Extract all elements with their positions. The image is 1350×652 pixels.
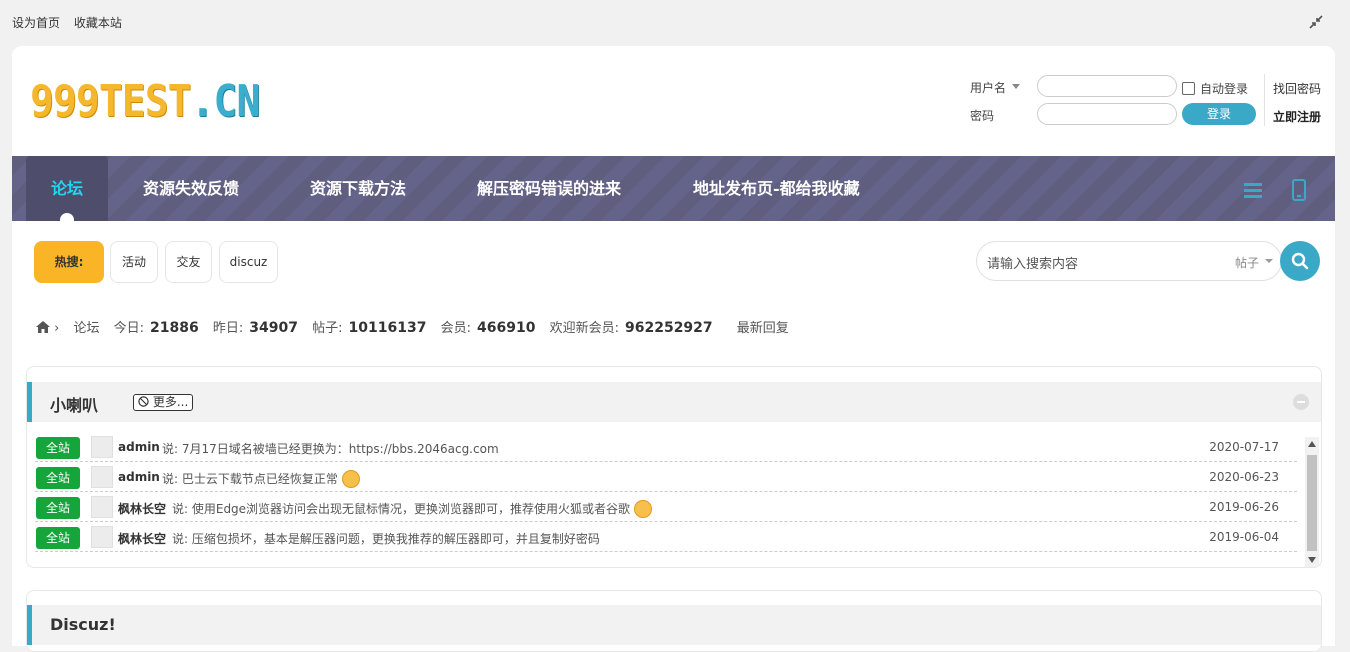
nav-item-label: 解压密码错误的进来	[477, 179, 622, 198]
hot-tag-discuz[interactable]: discuz	[219, 241, 278, 283]
search-input[interactable]: 请输入搜索内容	[987, 253, 1078, 272]
announcement-date: 2020-07-17	[1209, 440, 1279, 454]
more-button[interactable]: 更多...	[133, 394, 194, 411]
login-button[interactable]: 登录	[1182, 103, 1256, 125]
breadcrumb-separator: ›	[54, 321, 60, 336]
announcement-text[interactable]: 说: 压缩包损坏，基本是解压器问题，更换我推荐的解压器即可，并且复制好密码	[172, 530, 600, 547]
forgot-password-link[interactable]: 找回密码	[1273, 80, 1321, 97]
announcement-row[interactable]: 全站 admin 说: 7月17日域名被墙已经更换为：https://bbs.2…	[35, 431, 1297, 462]
announcement-date: 2020-06-23	[1209, 470, 1279, 484]
newest-member-label: 欢迎新会员:	[549, 321, 619, 336]
set-home-link[interactable]: 设为首页	[12, 16, 60, 30]
password-label: 密码	[970, 109, 995, 123]
more-label: 更多...	[152, 395, 189, 409]
latest-reply-link[interactable]: 最新回复	[737, 321, 789, 336]
chevron-down-icon	[1012, 84, 1020, 89]
announcement-text[interactable]: 说: 使用Edge浏览器访问会出现无鼠标情况，更换浏览器即可，推荐使用火狐或者谷…	[172, 502, 630, 516]
nav-item-password-help[interactable]: 解压密码错误的进来	[477, 156, 621, 221]
scope-badge: 全站	[36, 527, 80, 549]
scroll-up-icon[interactable]	[1308, 441, 1316, 447]
avatar[interactable]	[91, 526, 113, 548]
avatar[interactable]	[91, 466, 113, 488]
forum-section-title[interactable]: Discuz!	[50, 615, 116, 634]
nav-item-forum[interactable]: 论坛	[26, 156, 108, 227]
scroll-down-icon[interactable]	[1308, 557, 1316, 563]
avatar[interactable]	[91, 496, 113, 518]
announcement-text[interactable]: 说: 7月17日域名被墙已经更换为：https://bbs.2046acg.co…	[162, 440, 499, 457]
breadcrumb-forum[interactable]: 论坛	[73, 321, 99, 336]
announcement-row[interactable]: 全站 枫林长空 说: 使用Edge浏览器访问会出现无鼠标情况，更换浏览器即可，推…	[35, 491, 1297, 522]
forum-section-panel: Discuz!	[26, 590, 1322, 652]
password-input[interactable]	[1037, 103, 1177, 125]
nav-item-address-page[interactable]: 地址发布页-都给我收藏	[693, 156, 860, 221]
menu-icon[interactable]	[1244, 182, 1262, 198]
posts-label: 帖子:	[312, 321, 343, 336]
scrollbar-thumb[interactable]	[1307, 455, 1317, 551]
yesterday-label: 昨日:	[212, 321, 244, 336]
members-label: 会员:	[440, 321, 471, 336]
announcement-text[interactable]: 说: 巴士云下载节点已经恢复正常	[162, 472, 338, 486]
emoji-icon	[341, 470, 360, 488]
nav-item-feedback[interactable]: 资源失效反馈	[143, 156, 239, 221]
clock-icon	[138, 396, 149, 407]
author-name[interactable]: admin	[118, 470, 160, 484]
collapse-icon[interactable]	[1293, 394, 1309, 410]
nav-item-label: 资源下载方法	[310, 179, 407, 198]
hot-tag-activity[interactable]: 活动	[110, 241, 158, 283]
announcement-panel: 小喇叭 更多... 全站 admin 说: 7月17日域名被墙已经更换为：htt…	[26, 366, 1322, 568]
scope-badge: 全站	[36, 497, 80, 519]
author-name[interactable]: 枫林长空	[118, 530, 166, 547]
nav-item-download-method[interactable]: 资源下载方法	[310, 156, 406, 221]
shrink-icon[interactable]	[1308, 14, 1324, 30]
announcement-date: 2019-06-26	[1209, 500, 1279, 514]
avatar[interactable]	[91, 436, 113, 458]
username-input[interactable]	[1037, 75, 1177, 97]
search-button[interactable]	[1280, 241, 1320, 281]
yesterday-count: 34907	[249, 320, 298, 336]
announcement-header: 小喇叭 更多...	[27, 382, 1321, 422]
forum-section-header: Discuz!	[27, 605, 1321, 645]
username-label: 用户名	[970, 81, 1007, 95]
announcement-row[interactable]: 全站 枫林长空 说: 压缩包损坏，基本是解压器问题，更换我推荐的解压器即可，并且…	[35, 521, 1297, 552]
site-logo[interactable]: 999TEST.CN	[30, 80, 260, 124]
announcement-date: 2019-06-04	[1209, 530, 1279, 544]
posts-count: 10116137	[348, 320, 427, 336]
announcement-row[interactable]: 全站 admin 说: 巴士云下载节点已经恢复正常 2020-06-23	[35, 461, 1297, 492]
search-type-select[interactable]: 帖子	[1235, 254, 1274, 271]
search-icon	[1291, 252, 1309, 270]
search-box[interactable]: 请输入搜索内容 帖子	[976, 241, 1282, 281]
author-name[interactable]: 枫林长空	[118, 500, 166, 517]
today-count: 21886	[150, 320, 199, 336]
logo-text-main: 999TEST	[30, 76, 191, 127]
auto-login-checkbox[interactable]	[1182, 82, 1195, 95]
main-nav: 论坛 资源失效反馈 资源下载方法 解压密码错误的进来 地址发布页-都给我收藏	[12, 156, 1335, 227]
topbar: 设为首页 收藏本站	[12, 14, 132, 31]
hot-tag-friends[interactable]: 交友	[165, 241, 212, 283]
register-link[interactable]: 立即注册	[1273, 108, 1321, 125]
forum-stats: › 论坛 今日: 21886 昨日: 34907 帖子: 10116137 会员: 46…	[36, 317, 789, 336]
auto-login-label: 自动登录	[1200, 82, 1249, 96]
active-indicator	[60, 213, 74, 227]
scrollbar[interactable]	[1305, 437, 1319, 567]
newest-member[interactable]: 962252927	[625, 320, 713, 336]
today-label: 今日:	[113, 321, 145, 336]
emoji-icon	[634, 500, 653, 518]
announcement-title: 小喇叭	[50, 396, 99, 415]
nav-item-label: 论坛	[50, 179, 83, 198]
nav-item-label: 资源失效反馈	[143, 179, 240, 198]
logo-text-domain: .CN	[190, 76, 261, 127]
members-count: 466910	[477, 320, 536, 336]
author-name[interactable]: admin	[118, 440, 160, 454]
scope-badge: 全站	[36, 467, 80, 489]
hot-search-label: 热搜:	[34, 241, 104, 283]
divider	[1264, 74, 1265, 126]
nav-item-label: 地址发布页-都给我收藏	[693, 179, 860, 198]
scope-badge: 全站	[36, 437, 80, 459]
home-icon[interactable]	[36, 321, 50, 333]
main-card: 999TEST.CN 用户名 密码 自动登录 登录 找回密码 立即注册 论坛 资…	[12, 46, 1335, 652]
bookmark-link[interactable]: 收藏本站	[74, 16, 122, 30]
mobile-icon[interactable]	[1292, 179, 1306, 201]
